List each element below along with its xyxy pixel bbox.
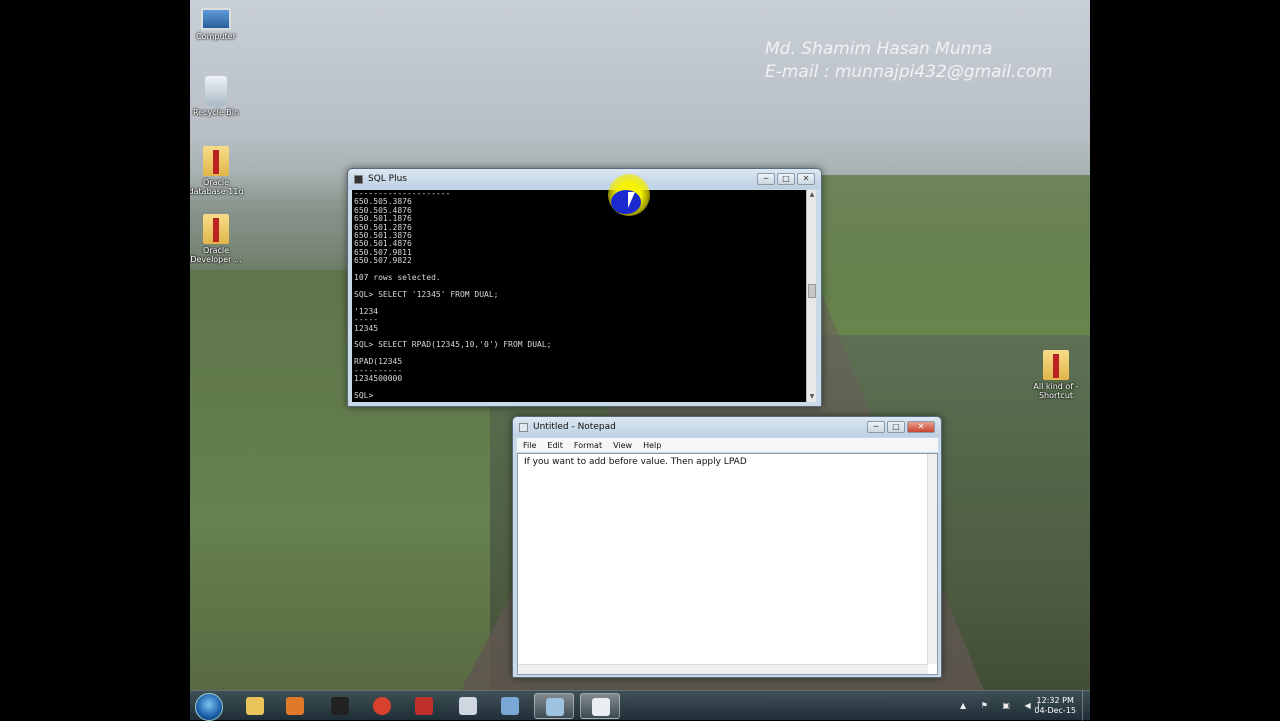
maximize-button[interactable]: □ (887, 421, 905, 433)
menu-file[interactable]: File (523, 441, 536, 450)
folder-icon (203, 214, 229, 244)
console-line: RPAD(12345 (354, 357, 403, 367)
notepad-titlebar[interactable]: Untitled - Notepad ─ □ ✕ (513, 417, 941, 437)
background-grass-right (820, 175, 1090, 335)
desktop-icon-label: All kind of - Shortcut (1033, 382, 1079, 400)
taskbar-chrome-button[interactable] (362, 693, 402, 719)
close-button[interactable]: ✕ (907, 421, 935, 433)
console-line: 1234500000 (354, 373, 403, 383)
menu-format[interactable]: Format (574, 441, 602, 450)
taskbar-notepad-button[interactable] (534, 693, 574, 719)
calculator-icon (459, 697, 477, 715)
console-line: SQL> (354, 390, 374, 400)
console-line: SQL> SELECT '12345' FROM DUAL; (354, 289, 499, 299)
desktop-icon-label: Oracle database 11g (190, 178, 244, 196)
scroll-down-icon[interactable]: ▼ (808, 393, 816, 401)
menu-edit[interactable]: Edit (547, 441, 563, 450)
notepad-text-area[interactable]: If you want to add before value. Then ap… (517, 453, 938, 675)
sqlplus-window[interactable]: SQL Plus ─ □ ✕ -------------------- 650.5… (347, 168, 822, 407)
click-indicator (611, 190, 641, 214)
console-line: 12345 (354, 323, 379, 333)
clock-time: 12:32 PM (1036, 696, 1074, 705)
mouse-pointer-icon (628, 192, 635, 208)
desktop-icon-label: Computer (196, 32, 236, 41)
minimize-button[interactable]: ─ (757, 173, 775, 185)
chrome-icon (373, 697, 391, 715)
folder-icon (203, 146, 229, 176)
console-line: 650.501.1876 (354, 214, 412, 224)
taskbar-paint-button[interactable] (490, 693, 530, 719)
taskbar: ▲ ⚑ ▣ ◀) 12:32 PM 04-Dec-15 (190, 690, 1090, 721)
clock-date: 04-Dec-15 (1034, 706, 1076, 715)
watermark-name: Md. Shamim Hasan Munna (765, 39, 993, 59)
recycle-bin-icon (205, 76, 227, 106)
desktop-icon-label: Recycle Bin (192, 108, 240, 117)
minimize-button[interactable]: ─ (867, 421, 885, 433)
console-output[interactable]: -------------------- 650.505.3876 650.505.… (352, 190, 806, 402)
folder-shortcut-icon (1043, 350, 1069, 380)
desktop-icon-oracle-developer[interactable]: Oracle Developer ... (190, 214, 244, 264)
vertical-scrollbar[interactable] (927, 454, 937, 664)
start-button[interactable] (195, 693, 223, 721)
maximize-button[interactable]: □ (777, 173, 795, 185)
show-desktop-button[interactable] (1082, 691, 1090, 721)
console-line: 650.507.9811 (354, 247, 412, 257)
console-line: 650.505.3876 (354, 197, 412, 207)
notepad-window[interactable]: Untitled - Notepad ─ □ ✕ File Edit Forma… (512, 416, 942, 678)
explorer-icon (246, 697, 264, 715)
console-line: '1234 (354, 306, 379, 316)
close-button[interactable]: ✕ (797, 173, 815, 185)
paint-icon (501, 697, 519, 715)
window-title: Untitled - Notepad (533, 422, 616, 432)
itunes-icon (331, 697, 349, 715)
console-line: 107 rows selected. (354, 273, 441, 283)
sqlplus-icon (592, 698, 610, 716)
desktop-icon-recycle-bin[interactable]: Recycle Bin (190, 76, 244, 117)
watermark-email: E-mail : munnajpi432@gmail.com (765, 62, 1053, 82)
menu-view[interactable]: View (613, 441, 632, 450)
notepad-content[interactable]: If you want to add before value. Then ap… (524, 457, 747, 467)
watermark: Md. Shamim Hasan Munna E-mail : munnajpi… (765, 38, 1053, 84)
console-line: 650.507.9822 (354, 256, 412, 266)
console-line: 650.505.4876 (354, 205, 412, 215)
console-line: 650.501.3876 (354, 231, 412, 241)
console-icon (354, 174, 363, 184)
desktop-icon-computer[interactable]: Computer (190, 8, 244, 41)
taskbar-explorer-button[interactable] (235, 693, 275, 719)
media-player-icon (286, 697, 304, 715)
system-tray-icons[interactable]: ▲ ⚑ ▣ ◀) (960, 701, 1046, 710)
console-line: ---------- (354, 365, 403, 375)
scroll-up-icon[interactable]: ▲ (808, 191, 816, 199)
desktop-icon-all-kind-shortcut[interactable]: All kind of - Shortcut (1028, 350, 1084, 400)
console-line: -------------------- (354, 190, 451, 198)
sqlplus-titlebar[interactable]: SQL Plus ─ □ ✕ (348, 169, 821, 189)
notepad-icon (519, 422, 528, 432)
taskbar-itunes-button[interactable] (320, 693, 360, 719)
console-line: 650.501.4876 (354, 239, 412, 249)
book-app-icon (415, 697, 433, 715)
desktop-icon-label: Oracle Developer ... (190, 246, 242, 264)
taskbar-book-app-button[interactable] (404, 693, 444, 719)
console-line: 650.501.2876 (354, 222, 412, 232)
desktop-icon-oracle-database[interactable]: Oracle database 11g (190, 146, 244, 196)
scroll-thumb[interactable] (808, 284, 816, 298)
horizontal-scrollbar[interactable] (518, 664, 928, 674)
taskbar-sqlplus-button[interactable] (580, 693, 620, 719)
window-title: SQL Plus (368, 174, 407, 184)
clock[interactable]: 12:32 PM 04-Dec-15 (1034, 696, 1076, 716)
menu-help[interactable]: Help (643, 441, 661, 450)
notepad-menubar: File Edit Format View Help (517, 438, 938, 452)
console-scrollbar[interactable]: ▲ ▼ (806, 190, 816, 402)
taskbar-calculator-button[interactable] (448, 693, 488, 719)
console-line: SQL> SELECT RPAD(12345,10,'0') FROM DUAL… (354, 340, 552, 350)
console-line: ----- (354, 315, 379, 325)
notepad-icon (546, 698, 564, 716)
taskbar-media-player-button[interactable] (275, 693, 315, 719)
computer-icon (201, 8, 231, 30)
